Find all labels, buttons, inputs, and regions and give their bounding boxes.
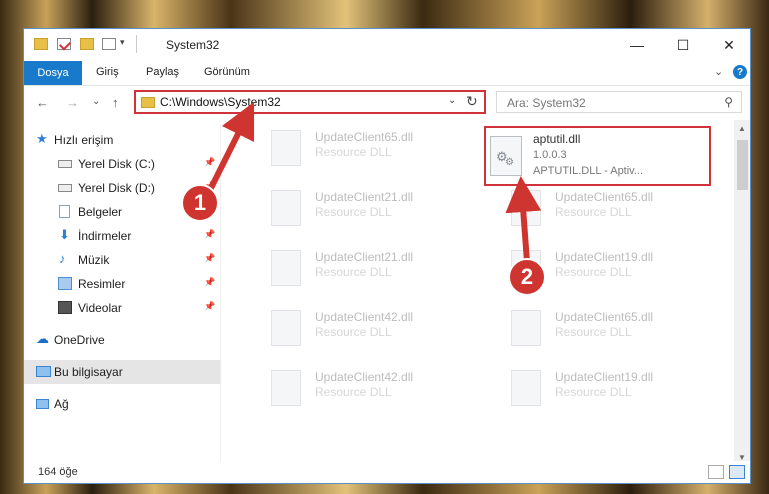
arrow-to-address-bar bbox=[207, 101, 255, 192]
annotation-arrows bbox=[207, 101, 542, 263]
arrow-to-aptutil bbox=[505, 176, 542, 263]
callout-badge-1: 1 bbox=[181, 184, 219, 222]
callout-badge-2: 2 bbox=[508, 258, 546, 296]
